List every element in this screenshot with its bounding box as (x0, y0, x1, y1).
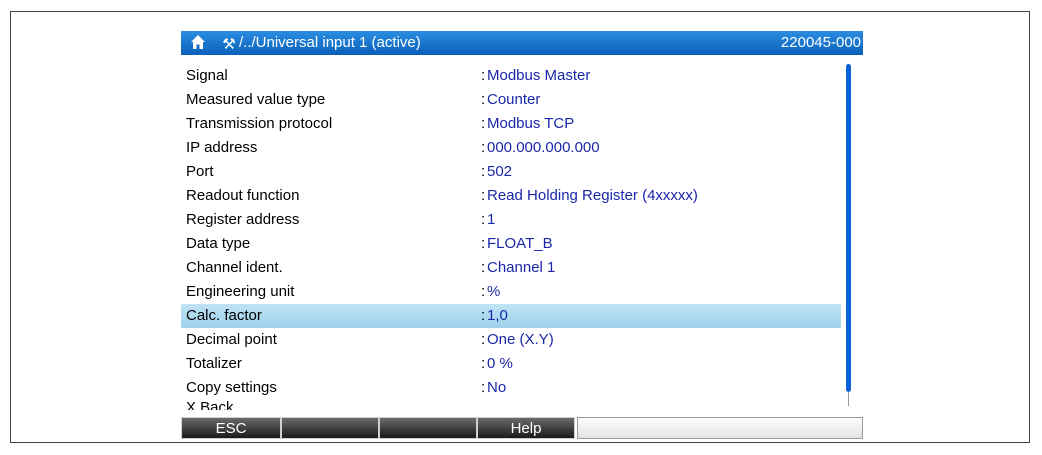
item-separator: : (481, 331, 486, 348)
item-separator: : (481, 259, 486, 276)
title-bar: ⚒ /../Universal input 1 (active) 220045-… (181, 31, 863, 55)
item-label: Transmission protocol (186, 115, 333, 132)
item-label: Data type (186, 235, 251, 252)
item-label: Readout function (186, 187, 300, 204)
list-item-calc-factor[interactable]: Calc. factor : 1,0 (181, 304, 841, 328)
item-separator: : (481, 91, 486, 108)
item-label: Register address (186, 211, 300, 228)
list-item-measured-value-type[interactable]: Measured value type : Counter (181, 88, 841, 112)
list-item-signal[interactable]: Signal : Modbus Master (181, 64, 841, 88)
item-separator: : (481, 355, 486, 372)
item-separator: : (481, 235, 486, 252)
help-button[interactable]: Help (477, 417, 575, 439)
item-separator: : (481, 163, 486, 180)
esc-button[interactable]: ESC (181, 417, 281, 439)
scrollbar[interactable] (845, 59, 855, 407)
item-value: Channel 1 (487, 259, 556, 276)
breadcrumb-path: /../Universal input 1 (active) (239, 34, 421, 51)
item-value: 0 % (487, 355, 513, 372)
item-value: Modbus TCP (487, 115, 575, 132)
settings-list: Signal : Modbus Master Measured value ty… (181, 64, 841, 410)
item-value: Counter (487, 91, 541, 108)
item-label: IP address (186, 139, 258, 156)
list-item-register-address[interactable]: Register address : 1 (181, 208, 841, 232)
scrollbar-track-line (848, 392, 849, 406)
item-value: One (X.Y) (487, 331, 554, 348)
list-item-data-type[interactable]: Data type : FLOAT_B (181, 232, 841, 256)
item-value: 1,0 (487, 307, 508, 324)
wrench-icon: ⚒ (222, 36, 236, 53)
list-item-ip-address[interactable]: IP address : 000.000.000.000 (181, 136, 841, 160)
item-separator: : (481, 283, 486, 300)
list-item-engineering-unit[interactable]: Engineering unit : % (181, 280, 841, 304)
item-label: Port (186, 163, 214, 180)
item-value: 000.000.000.000 (487, 139, 600, 156)
list-item-port[interactable]: Port : 502 (181, 160, 841, 184)
item-label: Measured value type (186, 91, 326, 108)
list-item-channel-ident[interactable]: Channel ident. : Channel 1 (181, 256, 841, 280)
item-label: Totalizer (186, 355, 242, 372)
item-value: Read Holding Register (4xxxxx) (487, 187, 698, 204)
item-label: Engineering unit (186, 283, 295, 300)
item-separator: : (481, 379, 486, 396)
item-separator: : (481, 211, 486, 228)
softkey-bar: ESC Help (181, 417, 863, 439)
item-label: Signal (186, 67, 228, 84)
item-value: 502 (487, 163, 513, 180)
softkey-5[interactable] (577, 417, 863, 439)
item-value: 1 (487, 211, 496, 228)
item-separator: : (481, 115, 486, 132)
item-value: Modbus Master (487, 67, 591, 84)
item-label: Calc. factor (186, 307, 262, 324)
device-id: 220045-000 (780, 34, 861, 51)
home-icon[interactable] (190, 34, 206, 51)
item-separator: : (481, 187, 486, 204)
item-label: Decimal point (186, 331, 277, 348)
scrollbar-thumb[interactable] (846, 64, 851, 392)
item-separator: : (481, 139, 486, 156)
list-item-transmission-protocol[interactable]: Transmission protocol : Modbus TCP (181, 112, 841, 136)
item-value: % (487, 283, 501, 300)
softkey-2[interactable] (281, 417, 379, 439)
item-separator: : (481, 307, 486, 324)
item-label: X Back (186, 400, 234, 410)
device-screen: ⚒ /../Universal input 1 (active) 220045-… (181, 31, 863, 440)
list-item-back[interactable]: X Back (181, 400, 841, 410)
item-label: Channel ident. (186, 259, 283, 276)
softkey-3[interactable] (379, 417, 477, 439)
item-value: No (487, 379, 507, 396)
list-item-readout-function[interactable]: Readout function : Read Holding Register… (181, 184, 841, 208)
item-label: Copy settings (186, 379, 277, 396)
item-value: FLOAT_B (487, 235, 553, 252)
list-item-totalizer[interactable]: Totalizer : 0 % (181, 352, 841, 376)
list-item-copy-settings[interactable]: Copy settings : No (181, 376, 841, 400)
list-item-decimal-point[interactable]: Decimal point : One (X.Y) (181, 328, 841, 352)
item-separator: : (481, 67, 486, 84)
